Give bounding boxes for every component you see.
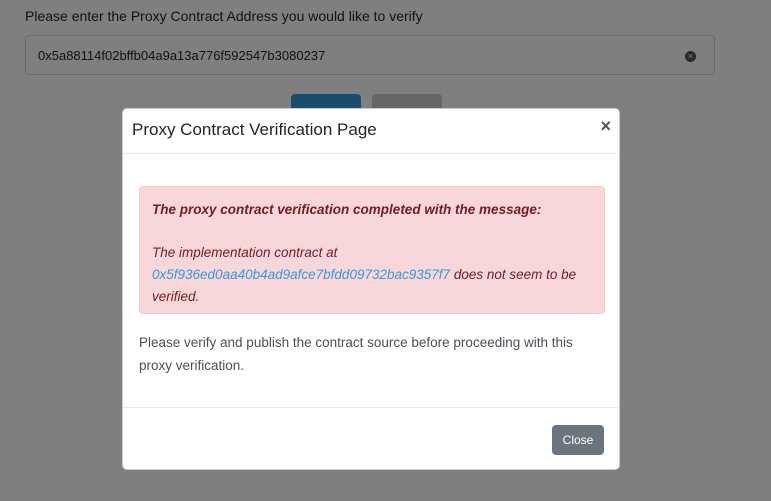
modal-footer: Close [123, 407, 619, 469]
modal-header: Proxy Contract Verification Page × [123, 109, 619, 154]
implementation-address-link[interactable]: 0x5f936ed0aa40b4ad9afce7bfdd09732bac9357… [152, 267, 450, 282]
modal-title: Proxy Contract Verification Page [132, 120, 377, 139]
alert-message: The implementation contract at 0x5f936ed… [152, 242, 602, 308]
close-button[interactable]: Close [552, 425, 604, 455]
error-alert: The proxy contract verification complete… [139, 186, 605, 314]
alert-heading: The proxy contract verification complete… [152, 202, 542, 217]
verification-modal: Proxy Contract Verification Page × The p… [122, 108, 620, 470]
close-icon[interactable]: × [600, 117, 611, 135]
instruction-text: Please verify and publish the contract s… [139, 335, 573, 373]
alert-message-prefix: The implementation contract at [152, 245, 338, 260]
